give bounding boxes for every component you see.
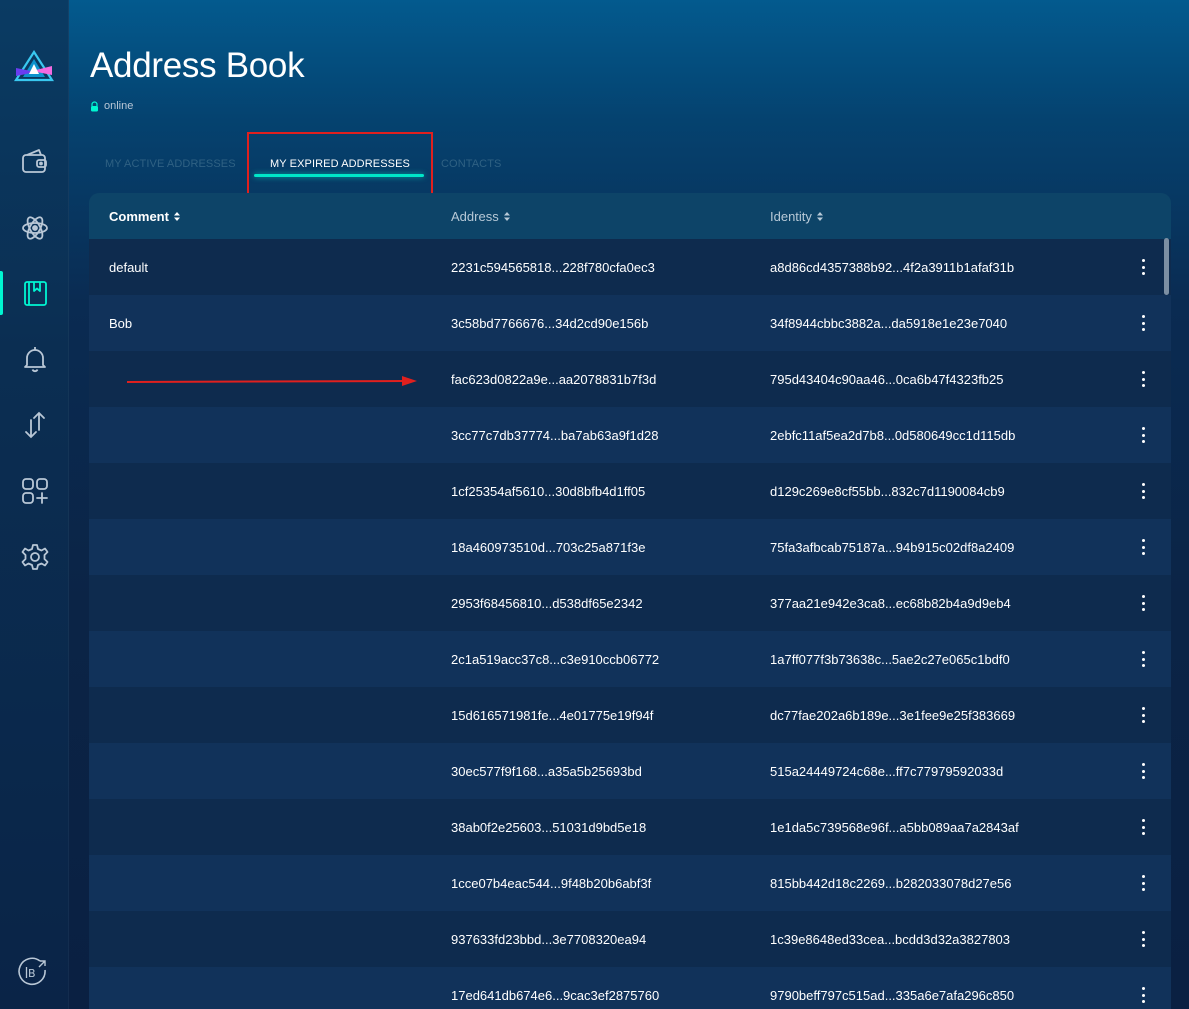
address-book-icon bbox=[23, 281, 47, 306]
page-title: Address Book bbox=[90, 46, 305, 85]
row-menu-icon[interactable] bbox=[1137, 987, 1149, 1003]
cell-identity: 795d43404c90aa46...0ca6b47f4323fb25 bbox=[770, 372, 1004, 387]
row-menu-icon[interactable] bbox=[1137, 819, 1149, 835]
cell-address: 1cce07b4eac544...9f48b20b6abf3f bbox=[451, 876, 652, 891]
row-menu-icon[interactable] bbox=[1137, 875, 1149, 891]
lock-icon bbox=[91, 100, 98, 111]
row-menu-icon[interactable] bbox=[1137, 595, 1149, 611]
cell-identity: 515a24449724c68e...ff7c77979592033d bbox=[770, 764, 1004, 779]
sidebar: B bbox=[0, 0, 69, 1009]
row-menu-icon[interactable] bbox=[1137, 539, 1149, 555]
cell-identity: d129c269e8cf55bb...832c7d1190084cb9 bbox=[770, 484, 1005, 499]
sort-icon bbox=[173, 212, 180, 221]
row-menu-icon[interactable] bbox=[1137, 931, 1149, 947]
annotation-highlight-box bbox=[247, 132, 433, 197]
cell-identity: 1c39e8648ed33cea...bcdd3d32a3827803 bbox=[770, 932, 1011, 947]
table-row[interactable]: 30ec577f9f168...a35a5b25693bd 515a2444972… bbox=[89, 743, 1171, 799]
cell-address: 17ed641db674e6...9cac3ef2875760 bbox=[451, 988, 660, 1003]
row-menu-icon[interactable] bbox=[1137, 763, 1149, 779]
cell-identity: 815bb442d18c2269...b282033078d27e56 bbox=[770, 876, 1012, 891]
cell-identity: 1e1da5c739568e96f...a5bb089aa7a2843af bbox=[770, 820, 1019, 835]
beam-explorer-link[interactable]: B bbox=[18, 956, 50, 988]
nav-wallet[interactable] bbox=[0, 138, 69, 186]
svg-text:B: B bbox=[28, 967, 36, 980]
table-row[interactable]: 2c1a519acc37c8...c3e910ccb06772 1a7ff077f… bbox=[89, 631, 1171, 687]
beam-explorer-icon: B bbox=[18, 957, 46, 986]
column-header-identity[interactable]: Identity bbox=[770, 209, 823, 224]
row-menu-icon[interactable] bbox=[1137, 259, 1149, 275]
nav-settings[interactable] bbox=[0, 533, 69, 581]
table-row[interactable]: 15d616571981fe...4e01775e19f94f dc77fae20… bbox=[89, 687, 1171, 743]
cell-address: 2231c594565818...228f780cfa0ec3 bbox=[451, 260, 655, 275]
addresses-table: Comment Address Identity default 2231c594… bbox=[89, 193, 1171, 1009]
column-header-address-label: Address bbox=[451, 209, 499, 224]
table-row[interactable]: 17ed641db674e6...9cac3ef2875760 9790beff7… bbox=[89, 967, 1171, 1009]
cell-address: 38ab0f2e25603...51031d9bd5e18 bbox=[451, 820, 647, 835]
column-header-comment[interactable]: Comment bbox=[109, 209, 180, 224]
row-menu-icon[interactable] bbox=[1137, 483, 1149, 499]
cell-identity: 34f8944cbbc3882a...da5918e1e23e7040 bbox=[770, 316, 1008, 331]
cell-address: 18a460973510d...703c25a871f3e bbox=[451, 540, 646, 555]
column-header-identity-label: Identity bbox=[770, 209, 812, 224]
nav-dapps[interactable] bbox=[0, 204, 69, 252]
row-menu-icon[interactable] bbox=[1137, 427, 1149, 443]
cell-identity: 1a7ff077f3b73638c...5ae2c27e065c1bdf0 bbox=[770, 652, 1010, 667]
cell-identity: dc77fae202a6b189e...3e1fee9e25f383669 bbox=[770, 708, 1016, 723]
table-row[interactable]: 1cce07b4eac544...9f48b20b6abf3f 815bb442d… bbox=[89, 855, 1171, 911]
table-row[interactable]: 937633fd23bbd...3e7708320ea94 1c39e8648ed… bbox=[89, 911, 1171, 967]
table-scrollbar[interactable] bbox=[1164, 238, 1169, 295]
row-menu-icon[interactable] bbox=[1137, 707, 1149, 723]
transfer-arrows-icon bbox=[24, 411, 45, 439]
annotation-arrow-icon bbox=[127, 376, 417, 386]
cell-address: 2c1a519acc37c8...c3e910ccb06772 bbox=[451, 652, 660, 667]
cell-address: 15d616571981fe...4e01775e19f94f bbox=[451, 708, 654, 723]
nav-transfer[interactable] bbox=[0, 401, 69, 449]
table-body: default 2231c594565818...228f780cfa0ec3 a8… bbox=[89, 239, 1171, 1009]
cell-address: 30ec577f9f168...a35a5b25693bd bbox=[451, 764, 642, 779]
beam-logo-icon bbox=[13, 49, 55, 84]
cell-address: 3cc77c7db37774...ba7ab63a9f1d28 bbox=[451, 428, 659, 443]
cell-identity: 75fa3afbcab75187a...94b915c02df8a2409 bbox=[770, 540, 1015, 555]
nav-notifications[interactable] bbox=[0, 335, 69, 383]
nav-address-book[interactable] bbox=[0, 269, 69, 317]
settings-icon bbox=[21, 544, 48, 570]
sort-icon bbox=[503, 212, 510, 221]
column-header-address[interactable]: Address bbox=[451, 209, 510, 224]
column-header-comment-label: Comment bbox=[109, 209, 169, 224]
table-row[interactable]: 38ab0f2e25603...51031d9bd5e18 1e1da5c7395… bbox=[89, 799, 1171, 855]
cell-identity: 9790beff797c515ad...335a6e7afa296c850 bbox=[770, 988, 1015, 1003]
table-row[interactable]: 3cc77c7db37774...ba7ab63a9f1d28 2ebfc11af… bbox=[89, 407, 1171, 463]
cell-address: fac623d0822a9e...aa2078831b7f3d bbox=[451, 372, 657, 387]
cell-comment: Bob bbox=[109, 316, 133, 331]
cell-address: 1cf25354af5610...30d8bfb4d1ff05 bbox=[451, 484, 646, 499]
cell-identity: 377aa21e942e3ca8...ec68b82b4a9d9eb4 bbox=[770, 596, 1011, 611]
table-header: Comment Address Identity bbox=[89, 193, 1171, 239]
tab-contacts[interactable]: CONTACTS bbox=[441, 158, 501, 170]
connection-status: online bbox=[90, 100, 133, 112]
atom-icon bbox=[21, 216, 48, 240]
tab-my-active-addresses[interactable]: MY ACTIVE ADDRESSES bbox=[105, 158, 236, 170]
row-menu-icon[interactable] bbox=[1137, 315, 1149, 331]
cell-address: 937633fd23bbd...3e7708320ea94 bbox=[451, 932, 647, 947]
cell-identity: a8d86cd4357388b92...4f2a3911b1afaf31b bbox=[770, 260, 1015, 275]
row-menu-icon[interactable] bbox=[1137, 651, 1149, 667]
row-menu-icon[interactable] bbox=[1137, 371, 1149, 387]
table-row[interactable]: 2953f68456810...d538df65e2342 377aa21e942… bbox=[89, 575, 1171, 631]
bell-icon bbox=[23, 347, 46, 373]
cell-identity: 2ebfc11af5ea2d7b8...0d580649cc1d115db bbox=[770, 428, 1016, 443]
cell-address: 2953f68456810...d538df65e2342 bbox=[451, 596, 643, 611]
table-row[interactable]: 1cf25354af5610...30d8bfb4d1ff05 d129c269e… bbox=[89, 463, 1171, 519]
table-row[interactable]: default 2231c594565818...228f780cfa0ec3 a8… bbox=[89, 239, 1171, 295]
table-row[interactable]: Bob 3c58bd7766676...34d2cd90e156b 34f8944c… bbox=[89, 295, 1171, 351]
wallet-icon bbox=[21, 149, 47, 173]
table-row[interactable]: 18a460973510d...703c25a871f3e 75fa3afbcab… bbox=[89, 519, 1171, 575]
apps-icon bbox=[21, 478, 48, 504]
nav-apps[interactable] bbox=[0, 467, 69, 515]
sort-icon bbox=[816, 212, 823, 221]
cell-comment: default bbox=[109, 260, 149, 275]
status-text: online bbox=[104, 100, 134, 112]
cell-address: 3c58bd7766676...34d2cd90e156b bbox=[451, 316, 649, 331]
